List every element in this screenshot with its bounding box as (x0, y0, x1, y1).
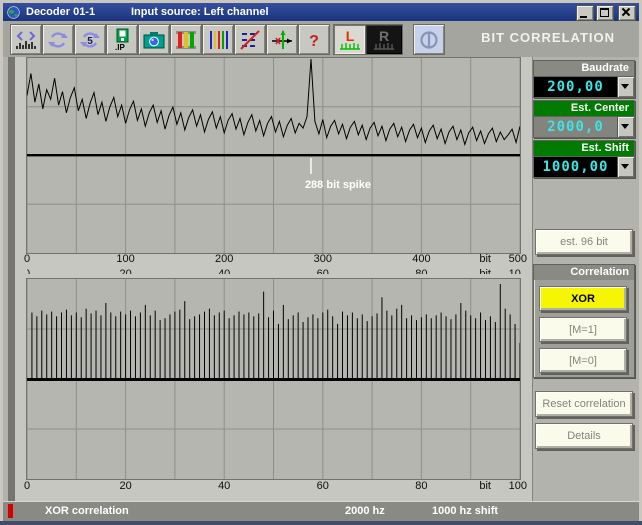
details-button[interactable]: Details (535, 423, 633, 449)
camera-icon (142, 30, 166, 50)
axis-tick-label: 40 (218, 480, 230, 492)
refresh-interval-icon: 5 (79, 29, 101, 51)
est-shift-label: Est. Shift (534, 141, 634, 156)
color-lines-icon (207, 29, 229, 51)
est-center-group: Est. Center 2000,0 (533, 100, 635, 138)
axis-tick-label: 0 (24, 480, 30, 492)
bottom-chart-x-axis: 020406080100bit (27, 480, 521, 494)
baudrate-label: Baudrate (534, 61, 634, 76)
snapshot-button[interactable] (138, 24, 170, 55)
right-channel-icon: R (371, 28, 397, 52)
chart-panel: 288 bit spike 0100200300400500bit 020406… (15, 57, 533, 501)
save-ip-button[interactable]: .IP (106, 24, 138, 55)
xor-correlation-chart (26, 278, 521, 480)
refresh-icon (47, 29, 69, 51)
record-indicator (8, 504, 13, 518)
axis-unit-label: bit (479, 480, 491, 492)
svg-text:5: 5 (87, 36, 93, 47)
axis-tick-label: 100 (509, 480, 527, 492)
axis-tick-label: 80 (415, 480, 427, 492)
baudrate-dropdown-button[interactable] (617, 77, 634, 97)
help-icon: ? (306, 29, 322, 51)
correlation-group: Correlation XOR [M=1] [M=0] (533, 264, 635, 378)
m1-button[interactable]: [M=1] (539, 317, 627, 342)
axis-tick-label: 60 (317, 268, 329, 274)
axis-unit-label: bit (479, 268, 491, 274)
close-button[interactable] (618, 5, 636, 21)
left-channel-button[interactable]: L (333, 24, 366, 55)
top-chart-x-axis: 0100200300400500bit (27, 253, 521, 267)
clipped-x-axis: 0 20 40 60 80 100 bit (27, 268, 521, 274)
est-center-value[interactable]: 2000,0 (534, 117, 617, 137)
left-channel-icon: L (338, 28, 362, 52)
status-shift: 1000 hz shift (432, 505, 498, 517)
axis-tick-label: 0 (27, 268, 30, 274)
svg-text:L: L (345, 28, 354, 44)
color-lines-view-button[interactable] (202, 24, 234, 55)
status-mode: XOR correlation (45, 505, 129, 517)
main-area: 288 bit spike 0100200300400500bit 020406… (3, 57, 639, 501)
svg-text:.IP: .IP (115, 43, 125, 52)
axis-tick-label: 400 (412, 253, 430, 265)
axis-tick-label: 100 (116, 253, 134, 265)
phase-icon (418, 29, 440, 51)
est-96-bit-button[interactable]: est. 96 bit (535, 229, 633, 255)
est-center-label: Est. Center (534, 101, 634, 116)
est-shift-dropdown-button[interactable] (617, 157, 634, 177)
est-center-dropdown-button[interactable] (617, 117, 634, 137)
spectrum-view-button[interactable] (10, 24, 42, 55)
refresh-interval-button[interactable]: 5 (74, 24, 106, 55)
maximize-button[interactable] (596, 5, 614, 21)
bit-correlation-chart: 288 bit spike (26, 57, 521, 254)
toolbar: 5 .IP (3, 21, 639, 58)
est-shift-group: Est. Shift 1000,00 (533, 140, 635, 178)
axis-tick-label: 20 (119, 480, 131, 492)
spike-annotation: 288 bit spike (305, 179, 371, 191)
phase-view-button[interactable] (413, 24, 445, 55)
baudrate-group: Baudrate 200,00 (533, 60, 635, 98)
right-channel-button[interactable]: R (365, 24, 403, 55)
app-globe-icon (7, 6, 20, 19)
xor-button[interactable]: XOR (539, 286, 627, 311)
axis-tick-label: 200 (215, 253, 233, 265)
window-bottom-edge (0, 521, 642, 525)
titlebar[interactable]: Decoder 01-1 Input source: Left channel (3, 3, 639, 21)
correlation-header: Correlation (534, 265, 634, 280)
svg-text:?: ? (309, 33, 319, 50)
statusbar: XOR correlation 2000 hz 1000 hz shift (3, 501, 639, 521)
reset-correlation-button[interactable]: Reset correlation (535, 391, 633, 417)
axis-tick-label: 80 (415, 268, 427, 274)
axis-tick-label: 100 (509, 268, 521, 274)
status-frequency: 2000 hz (345, 505, 385, 517)
application-window: Decoder 01-1 Input source: Left channel (0, 0, 642, 525)
axes-icon (270, 29, 294, 51)
grid-off-icon (239, 29, 261, 51)
grid-toggle-button[interactable] (234, 24, 266, 55)
rgb-bars-icon (174, 29, 198, 51)
minimize-button[interactable] (576, 5, 594, 21)
page-title: BIT CORRELATION (481, 30, 615, 45)
save-floppy-icon: .IP (111, 28, 133, 52)
axis-tick-label: 20 (119, 268, 131, 274)
est-shift-value[interactable]: 1000,00 (534, 157, 617, 177)
svg-text:R: R (379, 28, 389, 44)
axes-settings-button[interactable] (266, 24, 298, 55)
minimize-icon (580, 16, 587, 18)
axis-tick-label: 0 (24, 253, 30, 265)
axis-tick-label: 300 (314, 253, 332, 265)
refresh-button[interactable] (42, 24, 74, 55)
axis-unit-label: bit (479, 253, 491, 265)
baudrate-value[interactable]: 200,00 (534, 77, 617, 97)
help-button[interactable]: ? (298, 24, 330, 55)
left-edge-strip (8, 57, 15, 501)
axis-tick-label: 40 (218, 268, 230, 274)
window-subtitle: Input source: Left channel (131, 6, 269, 18)
m0-button[interactable]: [M=0] (539, 348, 627, 373)
rgb-bars-view-button[interactable] (170, 24, 202, 55)
axis-tick-label: 60 (317, 480, 329, 492)
axis-tick-label: 500 (509, 253, 527, 265)
spectrum-icon (14, 29, 38, 51)
window-title: Decoder 01-1 (26, 6, 95, 18)
maximize-icon (600, 8, 609, 17)
